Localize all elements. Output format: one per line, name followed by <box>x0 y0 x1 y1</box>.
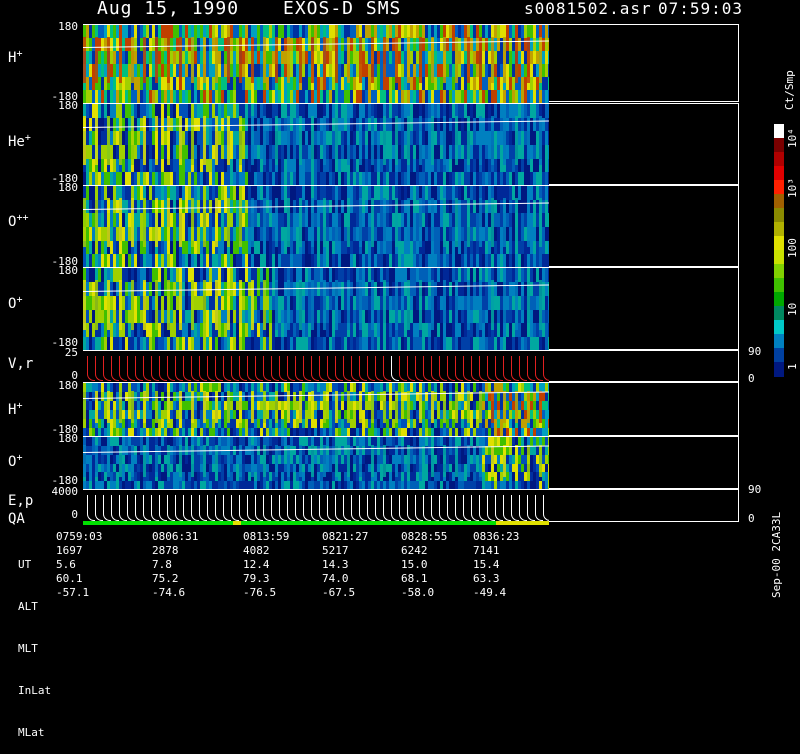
spectrogram-cell <box>548 25 549 39</box>
trace-curve <box>191 355 199 381</box>
trace-curve <box>183 355 191 381</box>
trace-curve <box>463 355 471 381</box>
trace-curve <box>391 355 399 381</box>
spectrogram-cell <box>548 268 549 283</box>
trace-curve <box>535 355 543 381</box>
spectrogram-cell <box>548 186 549 201</box>
spectrogram-cell <box>548 240 549 256</box>
trace-curve <box>295 355 303 381</box>
trace-curve <box>359 355 367 381</box>
trace-curve <box>319 355 327 381</box>
trace-curve <box>271 355 279 381</box>
spectrogram-cell <box>548 77 549 91</box>
trace-curve <box>367 355 375 381</box>
trace-curve <box>511 355 519 381</box>
spectrogram-cell <box>548 131 549 146</box>
trace-curve <box>159 355 167 381</box>
trace-curve <box>127 355 135 381</box>
spectrogram-oplus-2 <box>83 436 549 491</box>
trace-curve <box>287 355 295 381</box>
file-name: s0081502.asr <box>524 0 652 18</box>
trace-curve <box>111 355 119 381</box>
trace-curve <box>375 355 383 381</box>
spectrogram-cell <box>548 227 549 242</box>
trace-curve <box>143 355 151 381</box>
spectrogram-oplus <box>83 267 549 352</box>
spectrogram-heplus <box>83 103 549 187</box>
trace-curve <box>439 355 447 381</box>
trace-curve <box>95 355 103 381</box>
trace-curve <box>343 355 351 381</box>
trace-curve <box>471 355 479 381</box>
spectrogram-hplus <box>83 24 549 104</box>
trace-curve <box>231 355 239 381</box>
trace-curve <box>103 355 111 381</box>
trace-curve <box>207 355 215 381</box>
trace-curve <box>279 355 287 381</box>
trace-curve <box>527 355 535 381</box>
trace-curve <box>543 355 549 381</box>
trace-curve <box>199 355 207 381</box>
spectrogram-cell <box>548 309 549 325</box>
trace-curve <box>455 355 463 381</box>
trace-curve <box>215 355 223 381</box>
trace-curve <box>495 355 503 381</box>
spectrogram-cell <box>548 295 549 311</box>
spectrogram-oplusplus <box>83 185 549 269</box>
trace-curve <box>415 355 423 381</box>
spectrogram-cell <box>548 158 549 174</box>
trace-curve <box>327 355 335 381</box>
spectrogram-cell <box>548 323 549 339</box>
spectrogram-hplus-2 <box>83 382 549 438</box>
trace-curve <box>407 355 415 381</box>
trace-curve <box>175 355 183 381</box>
trace-curve <box>431 355 439 381</box>
trace-curve <box>479 355 487 381</box>
trace-curve <box>223 355 231 381</box>
spectrogram-cell <box>548 64 549 78</box>
spectrogram-cell <box>548 51 549 65</box>
trace-curve <box>487 355 495 381</box>
trace-curve <box>399 355 407 381</box>
trace-curve <box>503 355 511 381</box>
spectrogram-cell <box>548 145 549 160</box>
trace-curve <box>311 355 319 381</box>
plot-date: Aug 15, 1990 <box>97 0 240 19</box>
trace-curve <box>239 355 247 381</box>
trace-curve <box>519 355 527 381</box>
instrument-title: EXOS-D SMS <box>283 0 402 19</box>
trace-curve <box>351 355 359 381</box>
trace-curve <box>151 355 159 381</box>
plot-time: 07:59:03 <box>658 0 744 18</box>
trace-curve <box>423 355 431 381</box>
trace-curve <box>335 355 343 381</box>
trace-curve <box>87 355 95 381</box>
trace-curve <box>255 355 263 381</box>
trace-curve <box>447 355 455 381</box>
spectrogram-cell <box>548 104 549 119</box>
spectrogram-cell <box>548 90 549 103</box>
trace-curve <box>135 355 143 381</box>
trace-curve <box>119 355 127 381</box>
trace-curve <box>303 355 311 381</box>
trace-curve <box>263 355 271 381</box>
trace-curve <box>383 355 391 381</box>
trace-curve <box>247 355 255 381</box>
trace-curve <box>167 355 175 381</box>
spectrogram-cell <box>548 213 549 228</box>
vr-trace-panel <box>83 350 549 384</box>
